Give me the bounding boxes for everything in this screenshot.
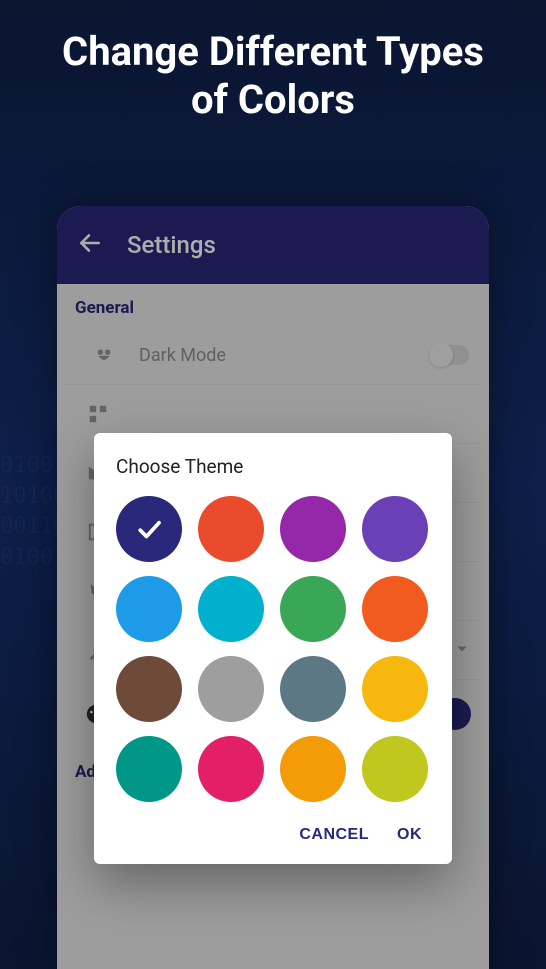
color-option-11[interactable]: [362, 656, 428, 722]
dialog-actions: CANCEL OK: [116, 818, 430, 854]
color-option-1[interactable]: [198, 496, 264, 562]
color-option-6[interactable]: [280, 576, 346, 642]
color-option-7[interactable]: [362, 576, 428, 642]
color-option-2[interactable]: [280, 496, 346, 562]
color-option-8[interactable]: [116, 656, 182, 722]
color-option-4[interactable]: [116, 576, 182, 642]
hero-headline: Change Different Types of Colors: [0, 0, 546, 144]
color-option-9[interactable]: [198, 656, 264, 722]
color-option-5[interactable]: [198, 576, 264, 642]
ok-button[interactable]: OK: [397, 826, 422, 844]
color-option-14[interactable]: [280, 736, 346, 802]
color-grid: [116, 496, 430, 802]
color-option-15[interactable]: [362, 736, 428, 802]
color-option-10[interactable]: [280, 656, 346, 722]
cancel-button[interactable]: CANCEL: [299, 826, 369, 844]
dialog-title: Choose Theme: [116, 455, 430, 478]
choose-theme-dialog: Choose Theme CANCEL OK: [94, 433, 452, 864]
color-option-12[interactable]: [116, 736, 182, 802]
color-option-3[interactable]: [362, 496, 428, 562]
color-option-13[interactable]: [198, 736, 264, 802]
color-option-0[interactable]: [116, 496, 182, 562]
